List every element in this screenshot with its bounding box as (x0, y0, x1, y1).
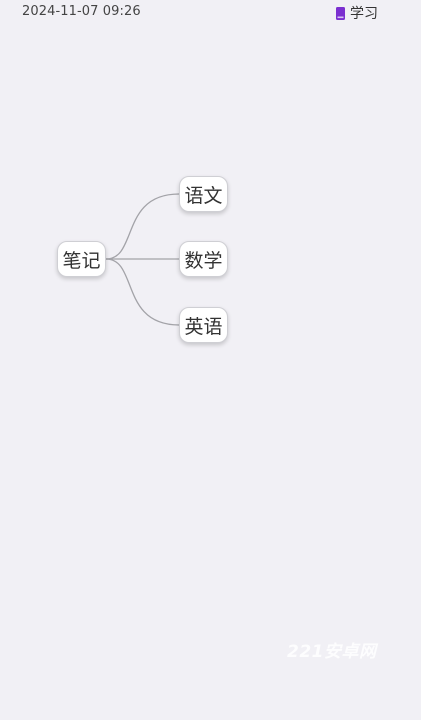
link-root-to-chinese (105, 193, 180, 260)
link-root-to-english (105, 258, 180, 326)
child-node-math[interactable]: 数学 (179, 241, 228, 277)
mind-map-canvas[interactable]: 笔记 语文 数学 英语 (0, 0, 421, 720)
root-node-notes[interactable]: 笔记 (57, 241, 106, 277)
mind-map-links (105, 193, 180, 326)
child-node-english[interactable]: 英语 (179, 307, 228, 343)
watermark: 221安卓网 (287, 642, 377, 662)
child-node-chinese[interactable]: 语文 (179, 176, 228, 212)
